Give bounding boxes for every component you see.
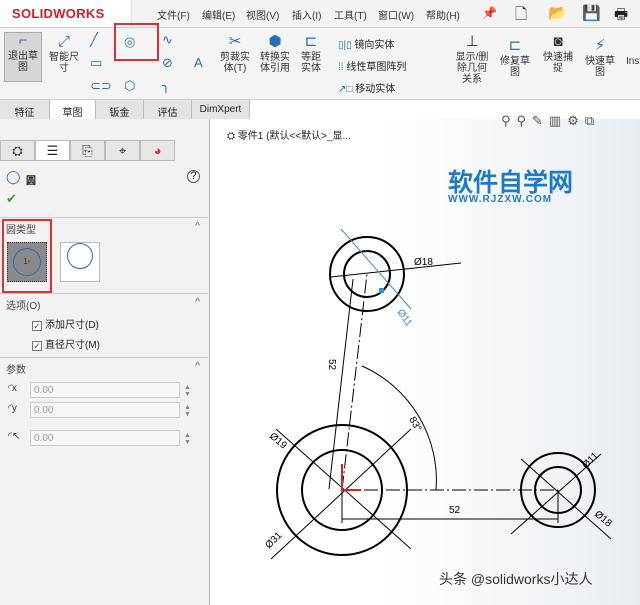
center-y-icon: ◜y <box>8 403 17 414</box>
title-bar: SOLIDWORKS 文件(F) 编辑(E) 视图(V) 插入(I) 工具(T)… <box>0 0 640 28</box>
collapse-icon[interactable]: ^ <box>195 297 200 308</box>
menu-insert[interactable]: 插入(I) <box>292 7 321 22</box>
center-x-spinner[interactable]: ▲ ▼ <box>184 384 191 398</box>
dim-right-inner: Ø11 <box>580 450 601 471</box>
smart-dimension-icon: ⤢ <box>57 33 70 50</box>
repair-icon: ⊏ <box>508 37 522 54</box>
rectangle-icon[interactable]: ▭ <box>90 55 102 71</box>
radius-input[interactable]: 0.00 <box>30 430 180 446</box>
graphics-area[interactable]: ⛭ 零件1 (默认<<默认>_显... ⚲⚲✎▥⚙⧉ 软件自学网 WWW.RJZ… <box>211 113 640 605</box>
rapid-sketch-button[interactable]: ⚡ 快速草图 <box>585 37 615 79</box>
ribbon: ⌐ 退出草图 ⤢ 智能尺寸 ╱ ▭ ⊂⊃ ◎ ⬡ ∿ ⊘ ╮ A ✂ 剪裁实体(T) … <box>0 23 640 100</box>
mirror-icon: ▯|▯ <box>338 40 355 51</box>
top-outer-circle <box>329 236 405 312</box>
help-icon[interactable]: ? <box>187 170 200 183</box>
save-icon[interactable]: 💾 <box>582 4 601 22</box>
command-tabs: 特征 草图 钣金 评估 DimXpert <box>0 100 250 119</box>
dimxpert-tab[interactable]: ⌖ <box>105 140 140 161</box>
ok-check-icon[interactable]: ✔ <box>6 191 17 207</box>
ellipse-icon[interactable]: ⊘ <box>162 55 173 71</box>
print-icon[interactable]: 🖶 <box>614 4 628 29</box>
center-radius-circle-button[interactable]: 1▫ <box>7 242 47 282</box>
menu-view[interactable]: 视图(V) <box>246 7 279 22</box>
feature-tree-tab[interactable]: ⛭ <box>0 140 35 161</box>
selection-point <box>379 288 384 293</box>
sketch-drawing: Ø18 Ø11 52 83° Ø19 Ø31 52 Ø11 Ø18 <box>263 228 614 560</box>
text-icon[interactable]: A <box>194 55 203 70</box>
circle-icon: ◯ <box>6 169 21 184</box>
property-manager: ⛭ ☰ ⎘ ⌖ ◕ ◯ 圆 ? ✔ 圆类型 ^ 1▫ 选项(O) ^ ✓ 添加尺寸(D… <box>0 119 210 605</box>
radius-spinner[interactable]: ▲ ▼ <box>184 432 191 446</box>
exit-sketch-button[interactable]: ⌐ 退出草图 <box>4 32 42 82</box>
convert-button[interactable]: ⬢ 转换实体引用 <box>256 33 294 75</box>
menu-file[interactable]: 文件(F) <box>157 7 190 22</box>
circle-tool-highlight <box>114 23 159 61</box>
angle-arc <box>361 365 437 491</box>
spline-icon[interactable]: ∿ <box>162 32 173 48</box>
convert-icon: ⬢ <box>268 33 282 50</box>
polygon-icon[interactable]: ⬡ <box>124 78 135 94</box>
tab-sheet-metal[interactable]: 钣金 <box>96 100 144 119</box>
rapid-sketch-icon: ⚡ <box>594 37 606 54</box>
dim-big-outer: Ø31 <box>263 530 284 551</box>
trim-button[interactable]: ✂ 剪裁实体(T) <box>216 33 254 75</box>
tab-evaluate[interactable]: 评估 <box>144 100 192 119</box>
mirror-button[interactable]: ▯|▯ 镜向实体 <box>338 36 394 51</box>
line-icon[interactable]: ╱ <box>90 32 98 48</box>
dim-big-inner: Ø19 <box>267 431 289 452</box>
exit-sketch-icon: ⌐ <box>18 32 28 49</box>
open-file-icon[interactable]: 📂 <box>548 4 567 22</box>
slot-icon[interactable]: ⊂⊃ <box>90 78 112 94</box>
config-manager-tab[interactable]: ⎘ <box>70 140 105 161</box>
selected-dim-line <box>340 228 412 310</box>
panel-title: 圆 <box>26 176 36 187</box>
snap-icon: ◙ <box>553 33 563 50</box>
dim-top-outer: Ø18 <box>414 257 433 268</box>
collapse-icon[interactable]: ^ <box>195 361 200 372</box>
center-x-icon: ◜x <box>8 383 17 394</box>
center-y-input[interactable]: 0.00 <box>30 402 180 418</box>
instant-button[interactable]: Inst <box>624 56 640 67</box>
move-icon: ↗□ <box>338 84 356 95</box>
trim-icon: ✂ <box>228 33 242 50</box>
add-dimension-checkbox[interactable]: ✓ 添加尺寸(D) <box>32 316 99 331</box>
center-y-spinner[interactable]: ▲ ▼ <box>184 404 191 418</box>
perimeter-circle-button[interactable] <box>60 242 100 282</box>
dim-line <box>328 278 354 490</box>
dim-right-outer: Ø18 <box>592 509 614 530</box>
property-manager-tab[interactable]: ☰ <box>35 140 70 161</box>
fillet-icon[interactable]: ╮ <box>162 78 170 94</box>
show-delete-relations-button[interactable]: ⊥ 显示/删除几何关系 <box>454 33 490 86</box>
smart-dimension-button[interactable]: ⤢ 智能尺寸 <box>46 33 82 75</box>
display-manager-tab[interactable]: ◕ <box>140 140 175 161</box>
relations-icon: ⊥ <box>465 33 479 50</box>
linear-pattern-button[interactable]: ⁞⁞ 线性草图阵列 <box>338 58 406 73</box>
dim-bottom-length: 52 <box>449 505 461 516</box>
diameter-dimension-checkbox[interactable]: ✓ 直径尺寸(M) <box>32 336 100 351</box>
menu-window[interactable]: 窗口(W) <box>378 7 414 22</box>
offset-button[interactable]: ⊏ 等距实体 <box>298 33 324 75</box>
new-file-icon[interactable]: 🗋 <box>515 4 527 29</box>
quick-snap-button[interactable]: ◙ 快速捕捉 <box>543 33 573 75</box>
tab-sketch[interactable]: 草图 <box>50 100 96 119</box>
footer-credit: 头条 @solidworks小达人 <box>439 571 593 587</box>
repair-sketch-button[interactable]: ⊏ 修复草图 <box>500 37 530 79</box>
menu-help[interactable]: 帮助(H) <box>426 7 460 22</box>
radius-icon: ◜↖ <box>8 431 21 442</box>
menu-tools[interactable]: 工具(T) <box>334 7 367 22</box>
collapse-icon[interactable]: ^ <box>195 221 200 232</box>
menu-edit[interactable]: 编辑(E) <box>202 7 235 22</box>
pin-icon[interactable]: 📌 <box>482 6 497 20</box>
center-x-input[interactable]: 0.00 <box>30 382 180 398</box>
solidworks-logo: SOLIDWORKS <box>0 0 132 27</box>
dim-top-inner: Ø11 <box>395 307 415 329</box>
centerline <box>341 273 368 491</box>
tab-features[interactable]: 特征 <box>0 100 50 119</box>
offset-icon: ⊏ <box>304 33 318 50</box>
dim-left-length: 52 <box>326 359 337 371</box>
tab-dimxpert[interactable]: DimXpert <box>192 100 250 119</box>
move-button[interactable]: ↗□ 移动实体 <box>338 80 395 95</box>
